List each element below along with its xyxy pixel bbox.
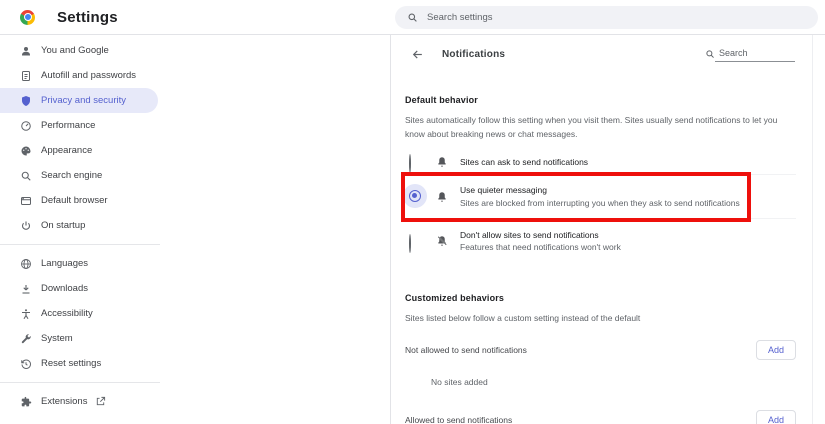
radio-button[interactable] bbox=[409, 154, 422, 174]
add-not-allowed-button[interactable]: Add bbox=[755, 339, 796, 360]
reset-icon bbox=[20, 358, 32, 370]
sidebar-item-you-and-google[interactable]: You and Google bbox=[0, 38, 158, 63]
wrench-icon bbox=[20, 333, 32, 345]
power-icon bbox=[20, 220, 32, 232]
sidebar-item-languages[interactable]: Languages bbox=[0, 251, 158, 276]
radio-option-sites-can-ask[interactable]: Sites can ask to send notifications bbox=[405, 149, 796, 176]
accessibility-icon bbox=[20, 308, 32, 320]
sidebar-item-extensions[interactable]: Extensions bbox=[0, 389, 158, 414]
sidebar-item-system[interactable]: System bbox=[0, 326, 158, 351]
page-title: Settings bbox=[57, 8, 118, 26]
default-behavior-heading: Default behavior bbox=[405, 95, 478, 105]
autofill-icon bbox=[20, 70, 32, 82]
back-arrow-icon bbox=[412, 50, 422, 58]
sidebar-item-appearance[interactable]: Appearance bbox=[0, 138, 158, 163]
sidebar-item-accessibility[interactable]: Accessibility bbox=[0, 301, 158, 326]
external-link-icon bbox=[95, 396, 106, 407]
customized-behaviors-heading: Customized behaviors bbox=[405, 293, 505, 304]
no-sites-added-text: No sites added bbox=[431, 376, 488, 387]
customized-behaviors-description: Sites listed below follow a custom setti… bbox=[405, 313, 641, 324]
palette-icon bbox=[20, 145, 32, 157]
not-allowed-row: Not allowed to send notifications Add bbox=[405, 339, 812, 360]
sidebar-divider bbox=[0, 244, 160, 245]
radio-button[interactable] bbox=[409, 233, 422, 253]
sidebar-item-default-browser[interactable]: Default browser bbox=[0, 188, 158, 213]
puzzle-icon bbox=[20, 396, 32, 408]
bell-icon bbox=[436, 191, 448, 203]
search-icon bbox=[706, 50, 714, 58]
sidebar-item-reset-settings[interactable]: Reset settings bbox=[0, 351, 158, 376]
bell-icon bbox=[436, 156, 448, 168]
person-icon bbox=[20, 45, 32, 57]
radio-option-dont-allow[interactable]: Don't allow sites to send notifications … bbox=[405, 219, 796, 263]
subpage-search[interactable] bbox=[705, 46, 795, 62]
sidebar: You and Google Autofill and passwords Pr… bbox=[0, 35, 390, 424]
allowed-row: Allowed to send notifications Add bbox=[405, 409, 812, 424]
radio-button-selected[interactable] bbox=[403, 184, 427, 209]
bell-off-icon bbox=[436, 235, 448, 247]
notifications-panel: Notifications Default behavior Sites aut… bbox=[390, 35, 813, 424]
subpage-search-input[interactable] bbox=[715, 46, 795, 62]
sidebar-item-privacy-and-security[interactable]: Privacy and security bbox=[0, 88, 158, 113]
sidebar-item-on-startup[interactable]: On startup bbox=[0, 213, 158, 238]
app-header: Settings bbox=[0, 0, 825, 35]
back-button[interactable] bbox=[411, 47, 425, 61]
settings-search-input[interactable] bbox=[427, 11, 806, 23]
add-allowed-button[interactable]: Add bbox=[755, 409, 796, 424]
radio-option-use-quieter-messaging[interactable]: Use quieter messaging Sites are blocked … bbox=[401, 172, 796, 223]
browser-icon bbox=[20, 195, 32, 207]
default-behavior-description: Sites automatically follow this setting … bbox=[405, 115, 778, 139]
sidebar-item-performance[interactable]: Performance bbox=[0, 113, 158, 138]
not-allowed-label: Not allowed to send notifications bbox=[405, 344, 527, 355]
sidebar-item-autofill[interactable]: Autofill and passwords bbox=[0, 63, 158, 88]
default-behavior-options: Sites can ask to send notifications Use … bbox=[401, 149, 812, 263]
sidebar-divider bbox=[0, 382, 160, 383]
allowed-label: Allowed to send notifications bbox=[405, 414, 513, 424]
globe-icon bbox=[20, 258, 32, 270]
settings-search-bar[interactable] bbox=[395, 5, 818, 29]
sidebar-item-search-engine[interactable]: Search engine bbox=[0, 163, 158, 188]
subpage-header: Notifications bbox=[405, 35, 812, 67]
brand-area: Settings bbox=[0, 9, 390, 26]
shield-icon bbox=[20, 95, 32, 107]
speedometer-icon bbox=[20, 120, 32, 132]
subpage-title: Notifications bbox=[442, 48, 506, 60]
search-icon bbox=[408, 13, 417, 22]
search-engine-icon bbox=[20, 170, 32, 182]
chrome-logo-icon bbox=[20, 9, 35, 25]
sidebar-item-downloads[interactable]: Downloads bbox=[0, 276, 158, 301]
download-icon bbox=[20, 283, 32, 295]
